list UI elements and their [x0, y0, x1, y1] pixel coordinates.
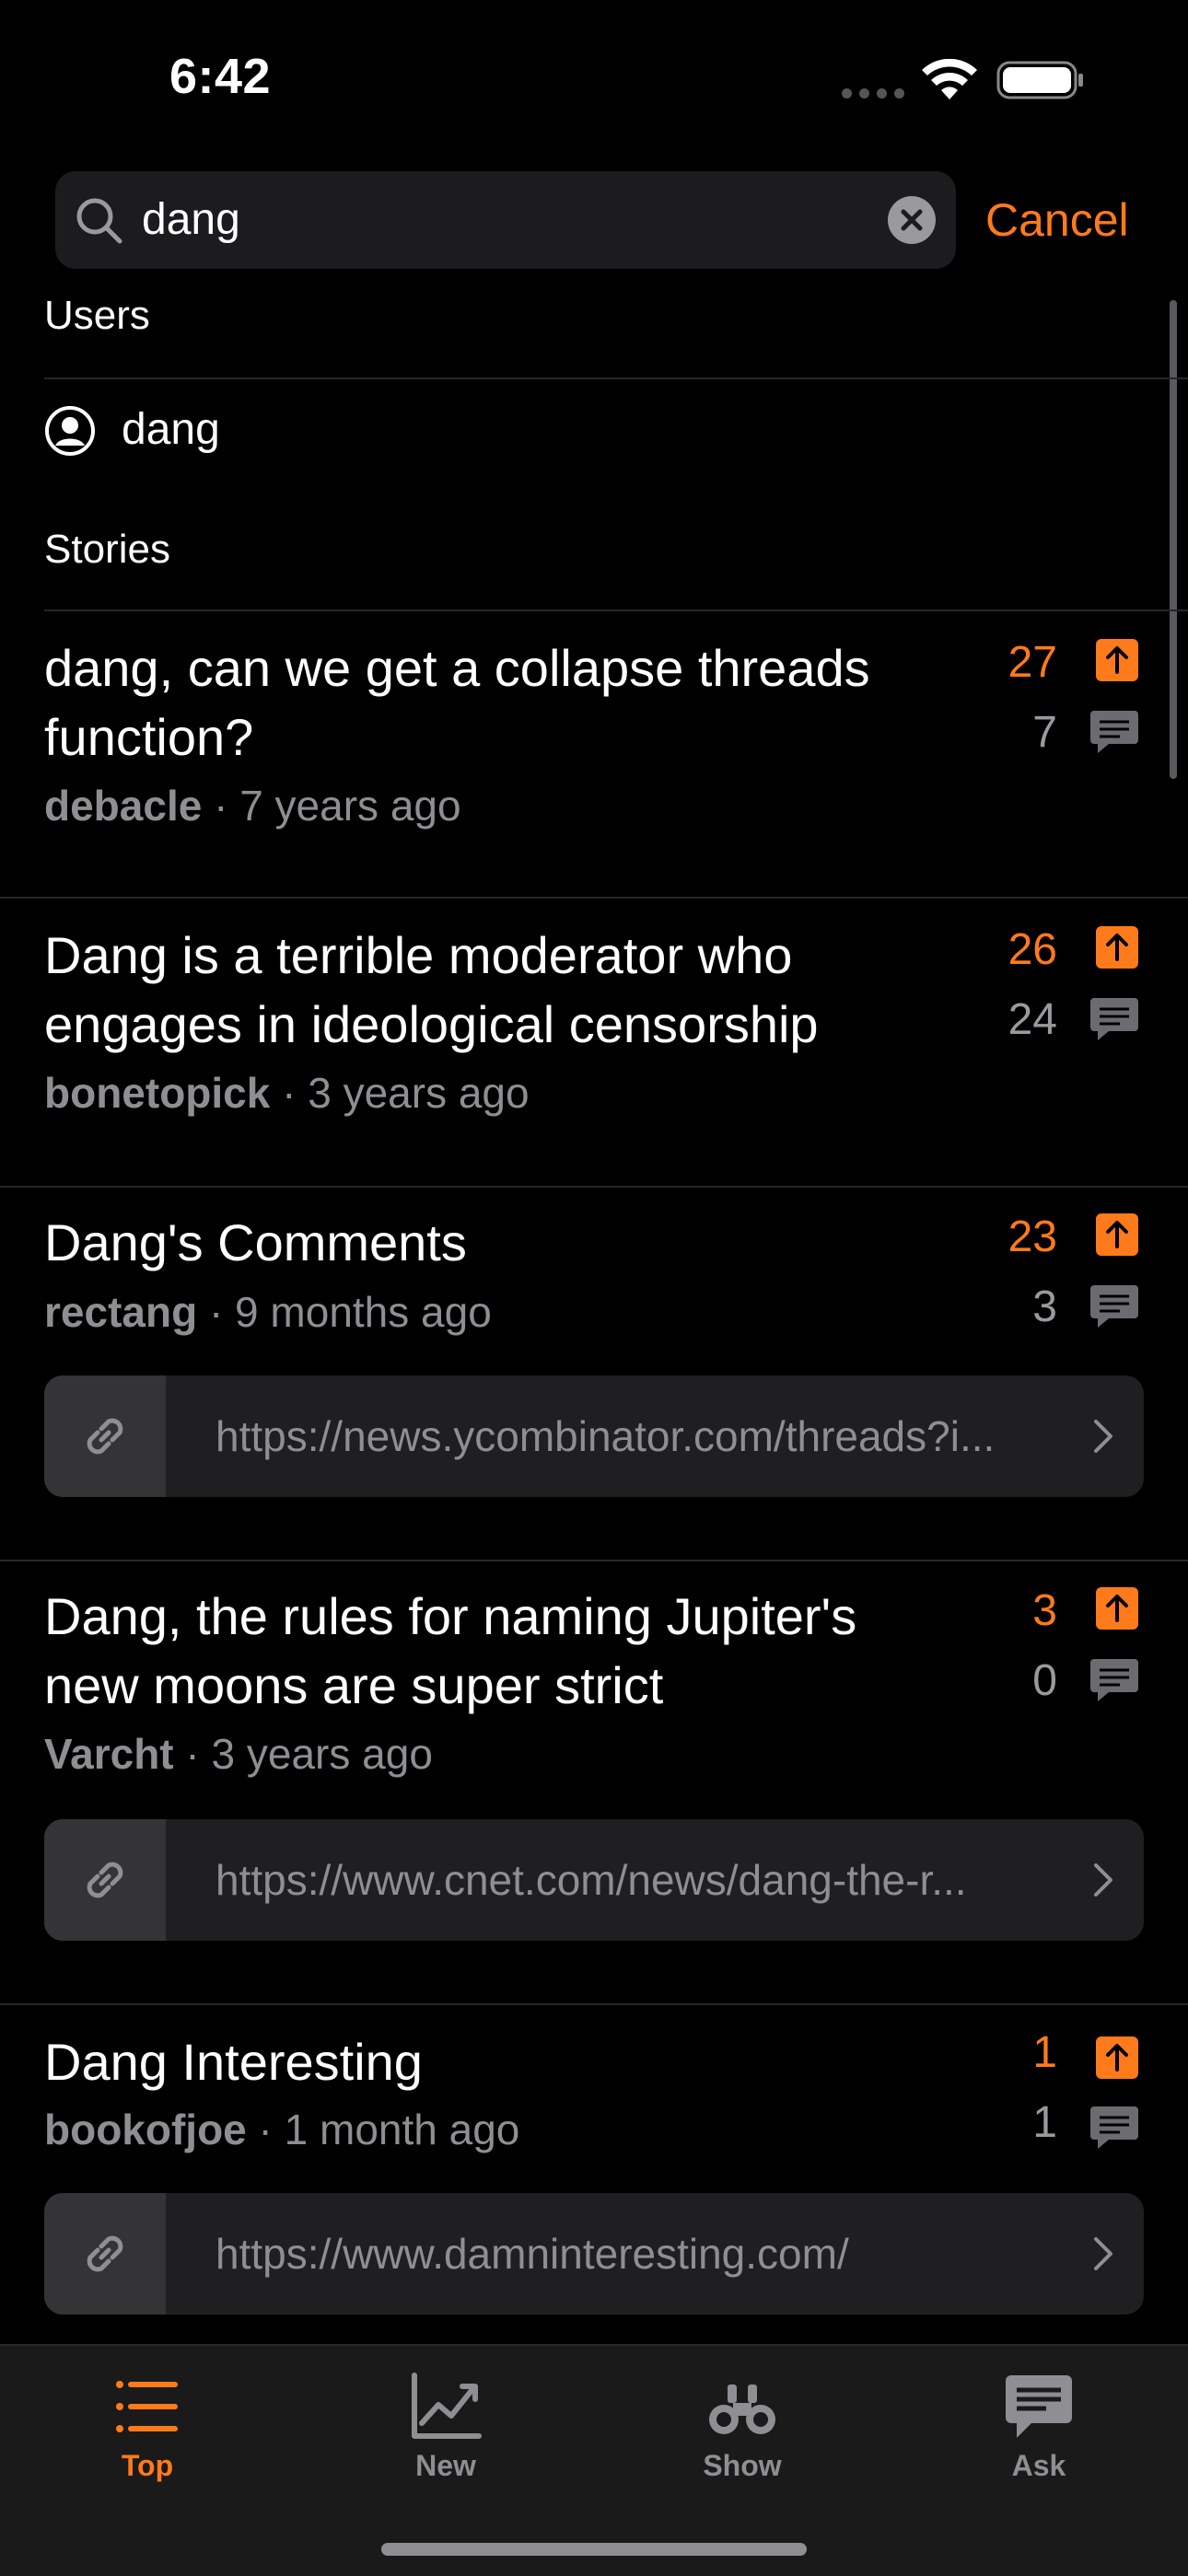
link-icon: [87, 2235, 123, 2272]
comment-icon[interactable]: [1089, 1280, 1140, 1331]
story-comments-count: 7: [1032, 708, 1057, 757]
comment-icon[interactable]: [1089, 2101, 1140, 2152]
story-age: · 3 years ago: [270, 1069, 530, 1117]
chevron-right-icon: [1094, 1420, 1112, 1453]
story-author[interactable]: debacle: [44, 782, 202, 830]
story-comments-count: 24: [1007, 995, 1057, 1044]
tab-ask[interactable]: Ask: [947, 2346, 1131, 2484]
link-icon-wrap: [44, 2193, 166, 2315]
link-preview-card[interactable]: https://news.ycombinator.com/threads?i..…: [44, 1375, 1144, 1497]
story-comments-count: 3: [1032, 1282, 1057, 1331]
upvote-icon[interactable]: [1096, 1213, 1138, 1256]
story-age: · 3 years ago: [173, 1730, 433, 1778]
search-field[interactable]: dang: [55, 171, 956, 269]
search-icon: [76, 198, 122, 244]
story-score: 1: [1032, 2028, 1057, 2077]
link-icon-wrap: [44, 1819, 166, 1941]
status-bar: 6:42: [0, 0, 1188, 157]
chart-icon: [412, 2373, 482, 2439]
list-icon: [116, 2381, 178, 2432]
story-comments-count: 1: [1032, 2098, 1057, 2147]
tab-label: Top: [121, 2449, 174, 2482]
upvote-icon[interactable]: [1096, 1587, 1138, 1630]
user-row[interactable]: dang: [0, 379, 1188, 481]
search-input[interactable]: dang: [142, 171, 240, 269]
link-icon-wrap: [44, 1375, 166, 1497]
upvote-icon[interactable]: [1096, 2036, 1138, 2079]
story-age: · 9 months ago: [197, 1288, 492, 1336]
story-meta: rectang · 9 months ago: [44, 1287, 492, 1337]
status-time: 6:42: [169, 49, 272, 104]
story-title[interactable]: Dang, the rules for naming Jupiter's new…: [44, 1582, 965, 1720]
link-icon: [87, 1862, 123, 1898]
clear-search-icon[interactable]: [888, 196, 936, 244]
link-url: https://news.ycombinator.com/threads?i..…: [215, 1412, 996, 1460]
cellular-signal-icon: [842, 88, 906, 99]
story-row[interactable]: Dang, the rules for naming Jupiter's new…: [0, 1561, 1188, 2003]
tab-bar: Top New Show Ask: [0, 2344, 1188, 2576]
comment-icon[interactable]: [1089, 1654, 1140, 1705]
story-meta: bookofjoe · 1 month ago: [44, 2105, 519, 2154]
link-url: https://www.damninteresting.com/: [215, 2230, 849, 2278]
story-author[interactable]: bookofjoe: [44, 2106, 247, 2153]
link-preview-card[interactable]: https://www.cnet.com/news/dang-the-r...: [44, 1819, 1144, 1941]
tab-top[interactable]: Top: [55, 2346, 239, 2484]
chevron-right-icon: [1094, 1863, 1112, 1897]
story-row[interactable]: Dang is a terrible moderator who engages…: [0, 899, 1188, 1188]
story-author[interactable]: rectang: [44, 1288, 197, 1336]
story-score: 3: [1032, 1586, 1057, 1635]
message-icon: [1006, 2375, 1072, 2438]
story-title[interactable]: Dang is a terrible moderator who engages…: [44, 921, 965, 1059]
story-row[interactable]: Dang's Comments rectang · 9 months ago 2…: [0, 1188, 1188, 1560]
wifi-icon: [922, 59, 977, 99]
story-author[interactable]: bonetopick: [44, 1069, 270, 1117]
battery-icon: [996, 61, 1083, 99]
link-url: https://www.cnet.com/news/dang-the-r...: [215, 1856, 967, 1904]
tab-new[interactable]: New: [354, 2346, 538, 2484]
story-row[interactable]: dang, can we get a collapse threads func…: [0, 611, 1188, 899]
story-title[interactable]: dang, can we get a collapse threads func…: [44, 633, 965, 772]
story-age: · 1 month ago: [246, 2106, 520, 2153]
story-author[interactable]: Varcht: [44, 1730, 174, 1778]
tab-label: Show: [703, 2449, 782, 2482]
upvote-icon[interactable]: [1096, 639, 1138, 681]
stories-section-header: Stories: [44, 527, 170, 572]
story-title[interactable]: Dang's Comments: [44, 1208, 965, 1277]
story-comments-count: 0: [1032, 1656, 1057, 1705]
home-indicator[interactable]: [381, 2543, 807, 2556]
comment-icon[interactable]: [1089, 992, 1140, 1044]
binoculars-icon: [709, 2385, 775, 2434]
tab-show[interactable]: Show: [650, 2346, 834, 2484]
story-row[interactable]: Dang Interesting bookofjoe · 1 month ago…: [0, 2005, 1188, 2344]
user-circle-icon: [45, 406, 95, 456]
tab-label: New: [415, 2449, 476, 2482]
link-preview-card[interactable]: https://www.damninteresting.com/: [44, 2193, 1144, 2315]
story-score: 27: [1007, 638, 1057, 687]
tab-label: Ask: [1011, 2449, 1066, 2482]
user-name: dang: [122, 405, 220, 454]
story-score: 26: [1007, 925, 1057, 974]
upvote-icon[interactable]: [1096, 926, 1138, 969]
story-age: · 7 years ago: [202, 782, 461, 830]
comment-icon[interactable]: [1089, 705, 1140, 757]
link-icon: [87, 1418, 123, 1455]
story-meta: bonetopick · 3 years ago: [44, 1068, 530, 1118]
chevron-right-icon: [1094, 2237, 1112, 2270]
cancel-button[interactable]: Cancel: [985, 171, 1129, 269]
users-section-header: Users: [44, 293, 150, 338]
story-title[interactable]: Dang Interesting: [44, 2027, 965, 2096]
story-meta: Varcht · 3 years ago: [44, 1729, 433, 1779]
story-meta: debacle · 7 years ago: [44, 781, 461, 830]
story-score: 23: [1007, 1213, 1057, 1261]
